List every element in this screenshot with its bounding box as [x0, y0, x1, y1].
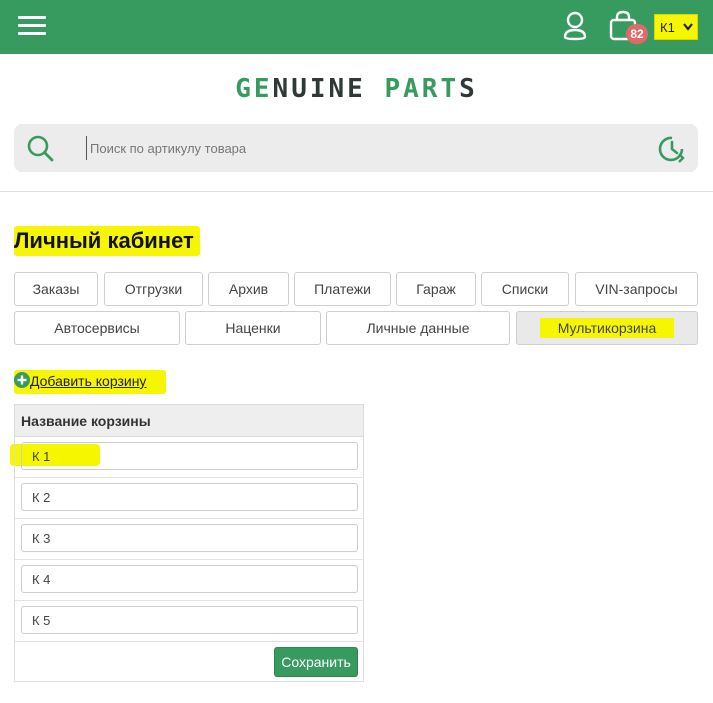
tab-vin-requests[interactable]: VIN-запросы	[575, 272, 698, 306]
history-icon[interactable]	[657, 134, 687, 164]
row-divider	[15, 559, 363, 560]
plus-circle-icon	[14, 372, 30, 388]
table-header: Название корзины	[15, 405, 363, 437]
tab-lists[interactable]: Списки	[481, 272, 569, 306]
page-title: Личный кабинет	[14, 226, 200, 256]
top-bar: 82 К1	[0, 0, 713, 54]
basket-name-input-1[interactable]	[21, 442, 358, 470]
tab-multicart[interactable]: Мультикорзина	[516, 311, 698, 345]
row-divider	[15, 641, 363, 642]
header-divider	[0, 191, 713, 192]
tab-personal-data[interactable]: Личные данные	[326, 311, 510, 345]
basket-name-input-4[interactable]	[21, 565, 358, 593]
search-bar	[14, 124, 698, 172]
search-input[interactable]	[86, 136, 646, 160]
basket-table: Название корзины Сохранить	[14, 404, 364, 682]
logo-part-green-2: PART	[384, 74, 460, 104]
logo[interactable]: GENUINE PARTS	[0, 74, 713, 104]
row-divider	[15, 600, 363, 601]
basket-name-input-3[interactable]	[21, 524, 358, 552]
save-button[interactable]: Сохранить	[274, 647, 358, 677]
chevron-down-icon	[683, 23, 693, 31]
tab-markups[interactable]: Наценки	[185, 311, 321, 345]
cart-selector-value: К1	[660, 20, 675, 35]
search-icon[interactable]	[26, 134, 54, 162]
menu-icon[interactable]	[18, 14, 46, 38]
logo-part-dark-2: S	[459, 74, 478, 104]
tab-orders[interactable]: Заказы	[14, 272, 98, 306]
logo-part-dark: NUINE	[272, 74, 366, 104]
basket-name-input-2[interactable]	[21, 483, 358, 511]
tab-archive[interactable]: Архив	[208, 272, 289, 306]
cart-count-badge: 82	[626, 24, 648, 44]
row-divider	[15, 477, 363, 478]
cart-selector[interactable]: К1	[654, 14, 698, 40]
tab-multicart-label: Мультикорзина	[539, 318, 675, 338]
tab-payments[interactable]: Платежи	[294, 272, 391, 306]
logo-part-green: GE	[235, 74, 273, 104]
add-basket-label: Добавить корзину	[30, 373, 147, 389]
basket-name-input-5[interactable]	[21, 606, 358, 634]
tab-car-services[interactable]: Автосервисы	[14, 311, 180, 345]
add-basket-link[interactable]: Добавить корзину	[14, 370, 167, 396]
tab-garage[interactable]: Гараж	[396, 272, 476, 306]
user-icon[interactable]	[562, 11, 588, 41]
row-divider	[15, 518, 363, 519]
tab-shipments[interactable]: Отгрузки	[104, 272, 203, 306]
